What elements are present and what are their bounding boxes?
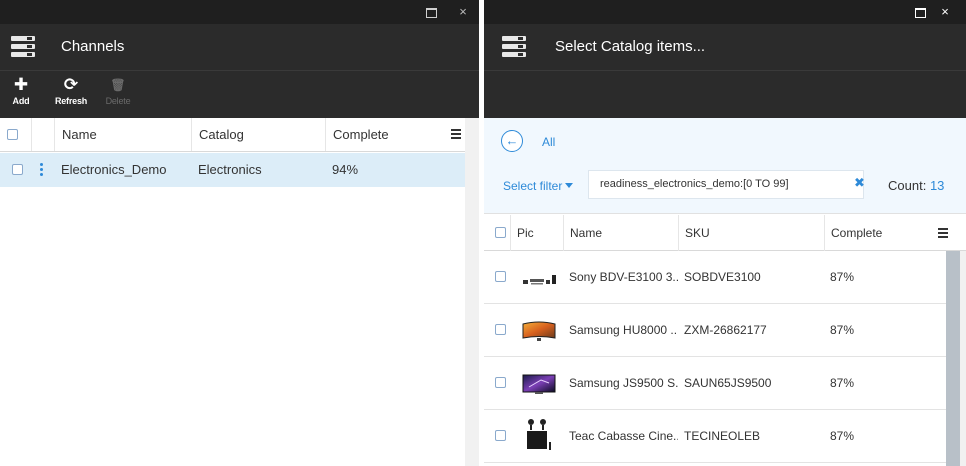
row-complete: 87% (830, 323, 855, 337)
items-grid-header: Pic Name SKU Complete (484, 215, 966, 251)
trash-icon: 🗑 (110, 78, 126, 92)
select-all-checkbox[interactable] (7, 129, 18, 140)
panel-header: Channels (0, 24, 479, 70)
column-menu-icon[interactable] (447, 124, 465, 144)
table-row[interactable]: Samsung JS9500 S... SAUN65JS9500 87% (484, 357, 946, 410)
table-row[interactable]: Sony BDV-E3100 3... SOBDVE3100 87% (484, 251, 946, 304)
tv-thumbnail (521, 318, 557, 344)
count-value: 13 (929, 178, 945, 193)
column-menu-icon[interactable] (934, 222, 954, 244)
select-filter-label: Select filter (503, 179, 563, 193)
column-catalog[interactable]: Catalog (191, 118, 325, 151)
row-checkbox[interactable] (495, 377, 506, 388)
delete-label: Delete (105, 96, 131, 106)
table-row[interactable]: Teac Cabasse Cine... TECINEOLEB 87% (484, 410, 946, 463)
maximize-icon[interactable] (423, 4, 439, 20)
refresh-label: Refresh (54, 96, 88, 106)
chevron-down-icon (565, 183, 574, 188)
catalog-items-panel: × Select Catalog items... ← All Select f… (484, 0, 966, 466)
row-complete: 87% (830, 376, 855, 390)
panel-title: Select Catalog items... (555, 38, 706, 55)
row-name: Teac Cabasse Cine... (569, 429, 678, 443)
column-pic[interactable]: Pic (510, 215, 563, 251)
row-name: Samsung HU8000 ... (569, 323, 678, 337)
table-row[interactable]: Electronics_Demo Electronics 94% (0, 153, 465, 187)
item-count: Count: 13 (888, 178, 944, 193)
row-checkbox[interactable] (495, 324, 506, 335)
select-all-cell (0, 118, 31, 151)
vertical-scrollbar[interactable] (946, 251, 966, 466)
maximize-icon[interactable] (912, 4, 928, 20)
column-sku[interactable]: SKU (678, 215, 824, 251)
column-name[interactable]: Name (54, 118, 191, 151)
row-menu-icon[interactable] (40, 163, 43, 177)
column-complete[interactable]: Complete (325, 118, 445, 151)
add-label: Add (12, 96, 30, 106)
add-button[interactable]: ✚ Add (10, 75, 32, 107)
table-row[interactable]: Samsung HU8000 ... ZXM-26862177 87% (484, 304, 946, 357)
row-sku: TECINEOLEB (684, 429, 761, 443)
window-titlebar: × (0, 0, 479, 24)
row-sku: ZXM-26862177 (684, 323, 767, 337)
row-sku: SOBDVE3100 (684, 270, 761, 284)
channels-panel: × Channels ✚ Add ⟳ Refresh 🗑 Delete Name… (0, 0, 479, 466)
panel-header: Select Catalog items... (484, 24, 966, 70)
window-titlebar: × (484, 0, 966, 24)
clear-filter-icon[interactable]: ✖ (854, 175, 865, 191)
select-filter-dropdown[interactable]: Select filter (503, 179, 574, 193)
row-complete: 94% (332, 162, 359, 177)
back-arrow-icon[interactable]: ← (501, 130, 523, 152)
toolbar (484, 70, 966, 118)
toolbar: ✚ Add ⟳ Refresh 🗑 Delete (0, 70, 479, 118)
column-complete[interactable]: Complete (824, 215, 930, 251)
scrollbar-thumb[interactable] (946, 251, 960, 466)
speakers-thumbnail (521, 418, 557, 452)
column-name[interactable]: Name (563, 215, 678, 251)
server-icon (11, 35, 35, 57)
delete-button[interactable]: 🗑 Delete (101, 76, 135, 106)
channels-grid-header: Name Catalog Complete (0, 118, 465, 152)
close-icon[interactable]: × (937, 4, 953, 20)
row-name: Electronics_Demo (61, 162, 167, 177)
row-name: Samsung JS9500 S... (569, 376, 678, 390)
count-label: Count: (888, 178, 927, 193)
actions-column (31, 118, 54, 151)
plus-icon: ✚ (13, 75, 29, 94)
server-icon (502, 35, 526, 57)
refresh-button[interactable]: ⟳ Refresh (53, 75, 89, 107)
row-checkbox[interactable] (495, 271, 506, 282)
row-name: Sony BDV-E3100 3... (569, 270, 678, 284)
close-icon[interactable]: × (455, 4, 471, 20)
filter-bar: ← All Select filter readiness_electronic… (484, 118, 966, 214)
row-checkbox[interactable] (12, 164, 23, 175)
filter-input[interactable]: readiness_electronics_demo:[0 TO 99] (588, 170, 864, 199)
soundbar-thumbnail (521, 265, 557, 291)
row-complete: 87% (830, 429, 855, 443)
refresh-icon: ⟳ (63, 75, 79, 94)
select-all-checkbox[interactable] (495, 227, 506, 238)
row-complete: 87% (830, 270, 855, 284)
select-all-cell (484, 215, 510, 251)
vertical-scrollbar[interactable] (465, 118, 479, 466)
row-catalog: Electronics (198, 162, 262, 177)
row-sku: SAUN65JS9500 (684, 376, 772, 390)
tv-thumbnail (521, 371, 557, 397)
row-checkbox[interactable] (495, 430, 506, 441)
panel-title: Channels (61, 38, 125, 55)
breadcrumb-all[interactable]: All (542, 135, 555, 149)
